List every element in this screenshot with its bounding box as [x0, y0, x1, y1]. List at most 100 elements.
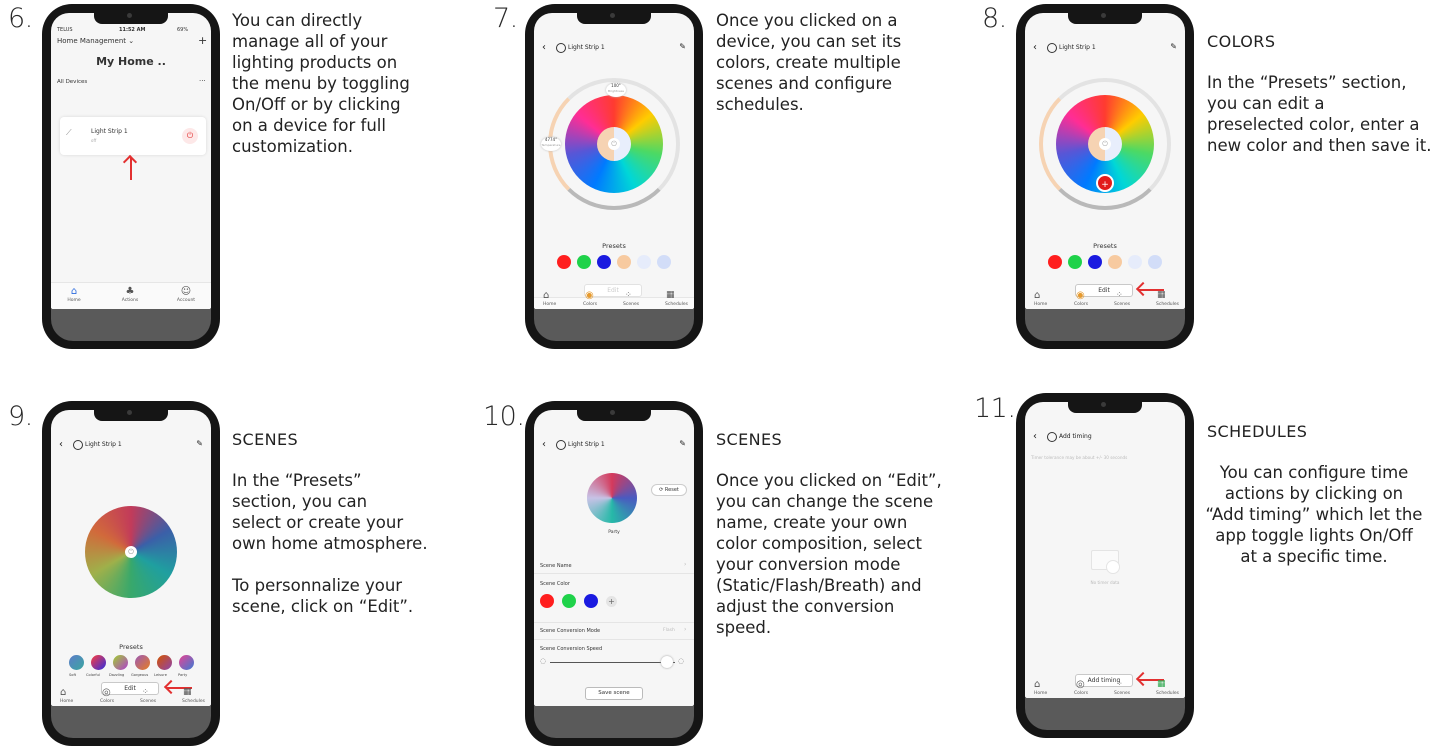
preset-green[interactable] [577, 255, 591, 269]
edit-pen-icon[interactable]: ✎ [679, 439, 686, 448]
tab-schedules[interactable]: Schedules [1156, 302, 1179, 307]
device-card[interactable]: ⟋ Light Strip 1 off ⏻ [60, 117, 206, 155]
colors-icon: ◎ [102, 687, 111, 698]
presets-label: Presets [602, 242, 626, 250]
tab-schedules[interactable]: Schedules [1156, 691, 1179, 696]
tab-home[interactable]: ⌂ Home [57, 286, 91, 303]
schedules-icon: ▦ [1157, 679, 1166, 689]
tab-colors[interactable]: Colors [1074, 691, 1088, 696]
fast-speed-icon: ◌ [678, 657, 685, 665]
reset-button[interactable]: ⟳ Reset [651, 484, 687, 496]
tab-scenes[interactable]: Scenes [140, 699, 156, 704]
power-icon[interactable]: ⏻ [608, 138, 620, 150]
colors-icon: ◉ [1076, 290, 1085, 301]
home-icon: ⌂ [70, 286, 78, 297]
home-icon: ⌂ [1034, 679, 1041, 690]
preset-green[interactable] [1068, 255, 1082, 269]
step-9-heading: SCENES [232, 430, 299, 449]
preset-peach[interactable] [617, 255, 631, 269]
tab-scenes[interactable]: Scenes [623, 302, 639, 307]
preset-swatches [1025, 255, 1185, 269]
tab-home[interactable]: Home [1034, 302, 1047, 307]
scene-gorgeous[interactable] [134, 655, 150, 670]
device-title: Light Strip 1 [85, 441, 122, 448]
edit-pen-icon[interactable]: ✎ [679, 42, 686, 51]
scene-color-blue[interactable] [584, 594, 598, 608]
back-icon[interactable]: ‹ [1033, 42, 1037, 53]
home-icon: ⌂ [543, 290, 550, 301]
step-10-text: Once you clicked on “Edit”, you can chan… [716, 471, 942, 637]
back-icon[interactable]: ‹ [1033, 431, 1037, 442]
preset-lavender[interactable] [657, 255, 671, 269]
scenes-icon: ⁘ [1116, 290, 1123, 299]
save-scene-button[interactable]: Save scene [585, 687, 643, 700]
step-11-description: SCHEDULES You can configure time actions … [1182, 400, 1446, 567]
preset-lavender[interactable] [1148, 255, 1162, 269]
add-icon[interactable]: + [198, 34, 207, 47]
scene-label: Party [608, 530, 620, 535]
preset-blue[interactable] [597, 255, 611, 269]
scene-leisure[interactable] [156, 655, 172, 670]
step-11-number: 11. [974, 393, 1016, 424]
scene-color-label: Scene Color [540, 581, 570, 587]
tab-home[interactable]: Home [1034, 691, 1047, 696]
slider-thumb[interactable] [661, 656, 673, 668]
add-color-icon[interactable]: + [1096, 174, 1114, 192]
chevron-right-icon: › [684, 561, 687, 568]
speed-slider[interactable] [550, 662, 675, 663]
back-icon[interactable]: ‹ [59, 439, 63, 450]
tab-home[interactable]: Home [60, 699, 73, 704]
colors-icon: ◉ [585, 290, 594, 301]
tab-colors[interactable]: Colors [1074, 302, 1088, 307]
edit-pen-icon[interactable]: ✎ [196, 439, 203, 448]
edit-pen-icon[interactable]: ✎ [1170, 42, 1177, 51]
scene-name-row[interactable]: Scene Name › [534, 557, 694, 574]
scene-party[interactable] [178, 655, 194, 670]
back-icon[interactable]: ‹ [542, 439, 546, 450]
device-status: off [91, 138, 97, 143]
device-name: Light Strip 1 [91, 128, 128, 135]
back-icon[interactable]: ‹ [542, 42, 546, 53]
tab-schedules[interactable]: Schedules [665, 302, 688, 307]
power-icon[interactable]: ⏻ [1099, 138, 1111, 150]
more-icon[interactable]: ··· [199, 77, 206, 85]
preset-peach[interactable] [1108, 255, 1122, 269]
scenes-icon: ⁘ [142, 687, 149, 696]
scene-color-green[interactable] [562, 594, 576, 608]
preset-white[interactable] [1128, 255, 1142, 269]
tab-actions[interactable]: ♣ Actions [113, 286, 147, 303]
scene-color-red[interactable] [540, 594, 554, 608]
preset-white[interactable] [637, 255, 651, 269]
home-management-dropdown[interactable]: Home Management ⌄ [57, 37, 134, 45]
preset-blue[interactable] [1088, 255, 1102, 269]
tab-home[interactable]: Home [543, 302, 556, 307]
tab-scenes[interactable]: Scenes [1114, 302, 1130, 307]
add-timing-title: Add timing [1059, 433, 1092, 440]
step-11-text: You can configure time actions by clicki… [1205, 463, 1423, 566]
tab-schedules[interactable]: Schedules [182, 699, 205, 704]
add-scene-color-icon[interactable]: + [606, 595, 617, 607]
tab-colors[interactable]: Colors [583, 302, 597, 307]
phone-mockup-schedules: ‹ Add timing Timer tolerance may be about… [1016, 393, 1194, 738]
color-wheel[interactable]: ⏻ [565, 95, 663, 193]
scene-soft[interactable] [68, 655, 84, 670]
home-screen: TELUS 11:52 AM 69% Home Management ⌄ + M… [51, 13, 211, 309]
tab-scenes[interactable]: Scenes [1114, 691, 1130, 696]
red-arrow-up [130, 158, 132, 180]
scene-dazzling[interactable] [112, 655, 128, 670]
bottom-tab-bar: ⌂ Home ♣ Actions ☺ Account [51, 282, 211, 309]
power-toggle-icon[interactable]: ⏻ [182, 128, 198, 144]
power-icon[interactable]: ⏻ [125, 546, 137, 558]
tab-colors[interactable]: Colors [100, 699, 114, 704]
scene-colorful[interactable] [90, 655, 106, 670]
tab-account[interactable]: ☺ Account [169, 286, 203, 303]
scene-color-wheel[interactable]: ⏻ [85, 506, 177, 598]
preset-red[interactable] [557, 255, 571, 269]
preset-red[interactable] [1048, 255, 1062, 269]
phone-mockup-scene-edit: ‹ Light Strip 1 ✎ ⟳ Reset Party Scene Name… [525, 401, 703, 746]
conversion-mode-row[interactable]: Scene Conversion Mode Flash › [534, 622, 694, 640]
all-devices-tab[interactable]: All Devices [57, 79, 87, 85]
phone-mockup-colors: ‹ Light Strip 1 ✎ ⏻ 100° Brightness 4774° Te… [525, 4, 703, 349]
light-strip-icon: ⟋ [66, 128, 72, 137]
device-title: Light Strip 1 [568, 44, 605, 51]
